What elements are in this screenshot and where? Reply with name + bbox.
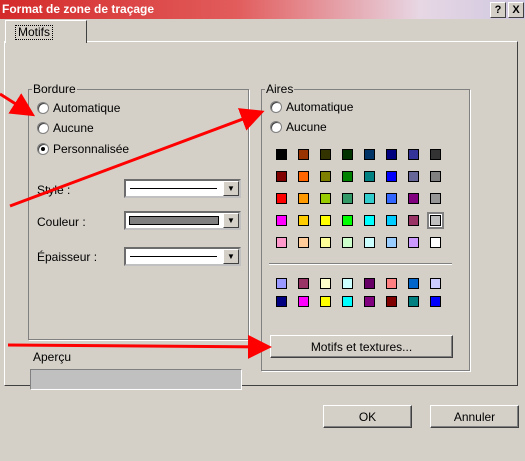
- arrow-bordure-automatique: [0, 92, 36, 117]
- arrow-motifs-textures: [7, 334, 272, 359]
- tab-motifs[interactable]: Motifs: [5, 20, 87, 43]
- annotation-arrows: [0, 92, 272, 359]
- arrow-aires-automatique: [9, 108, 265, 208]
- format-dialog: Format de zone de traçage ? X Motifs Bor…: [0, 0, 525, 461]
- tab-motifs-label: Motifs: [15, 25, 54, 40]
